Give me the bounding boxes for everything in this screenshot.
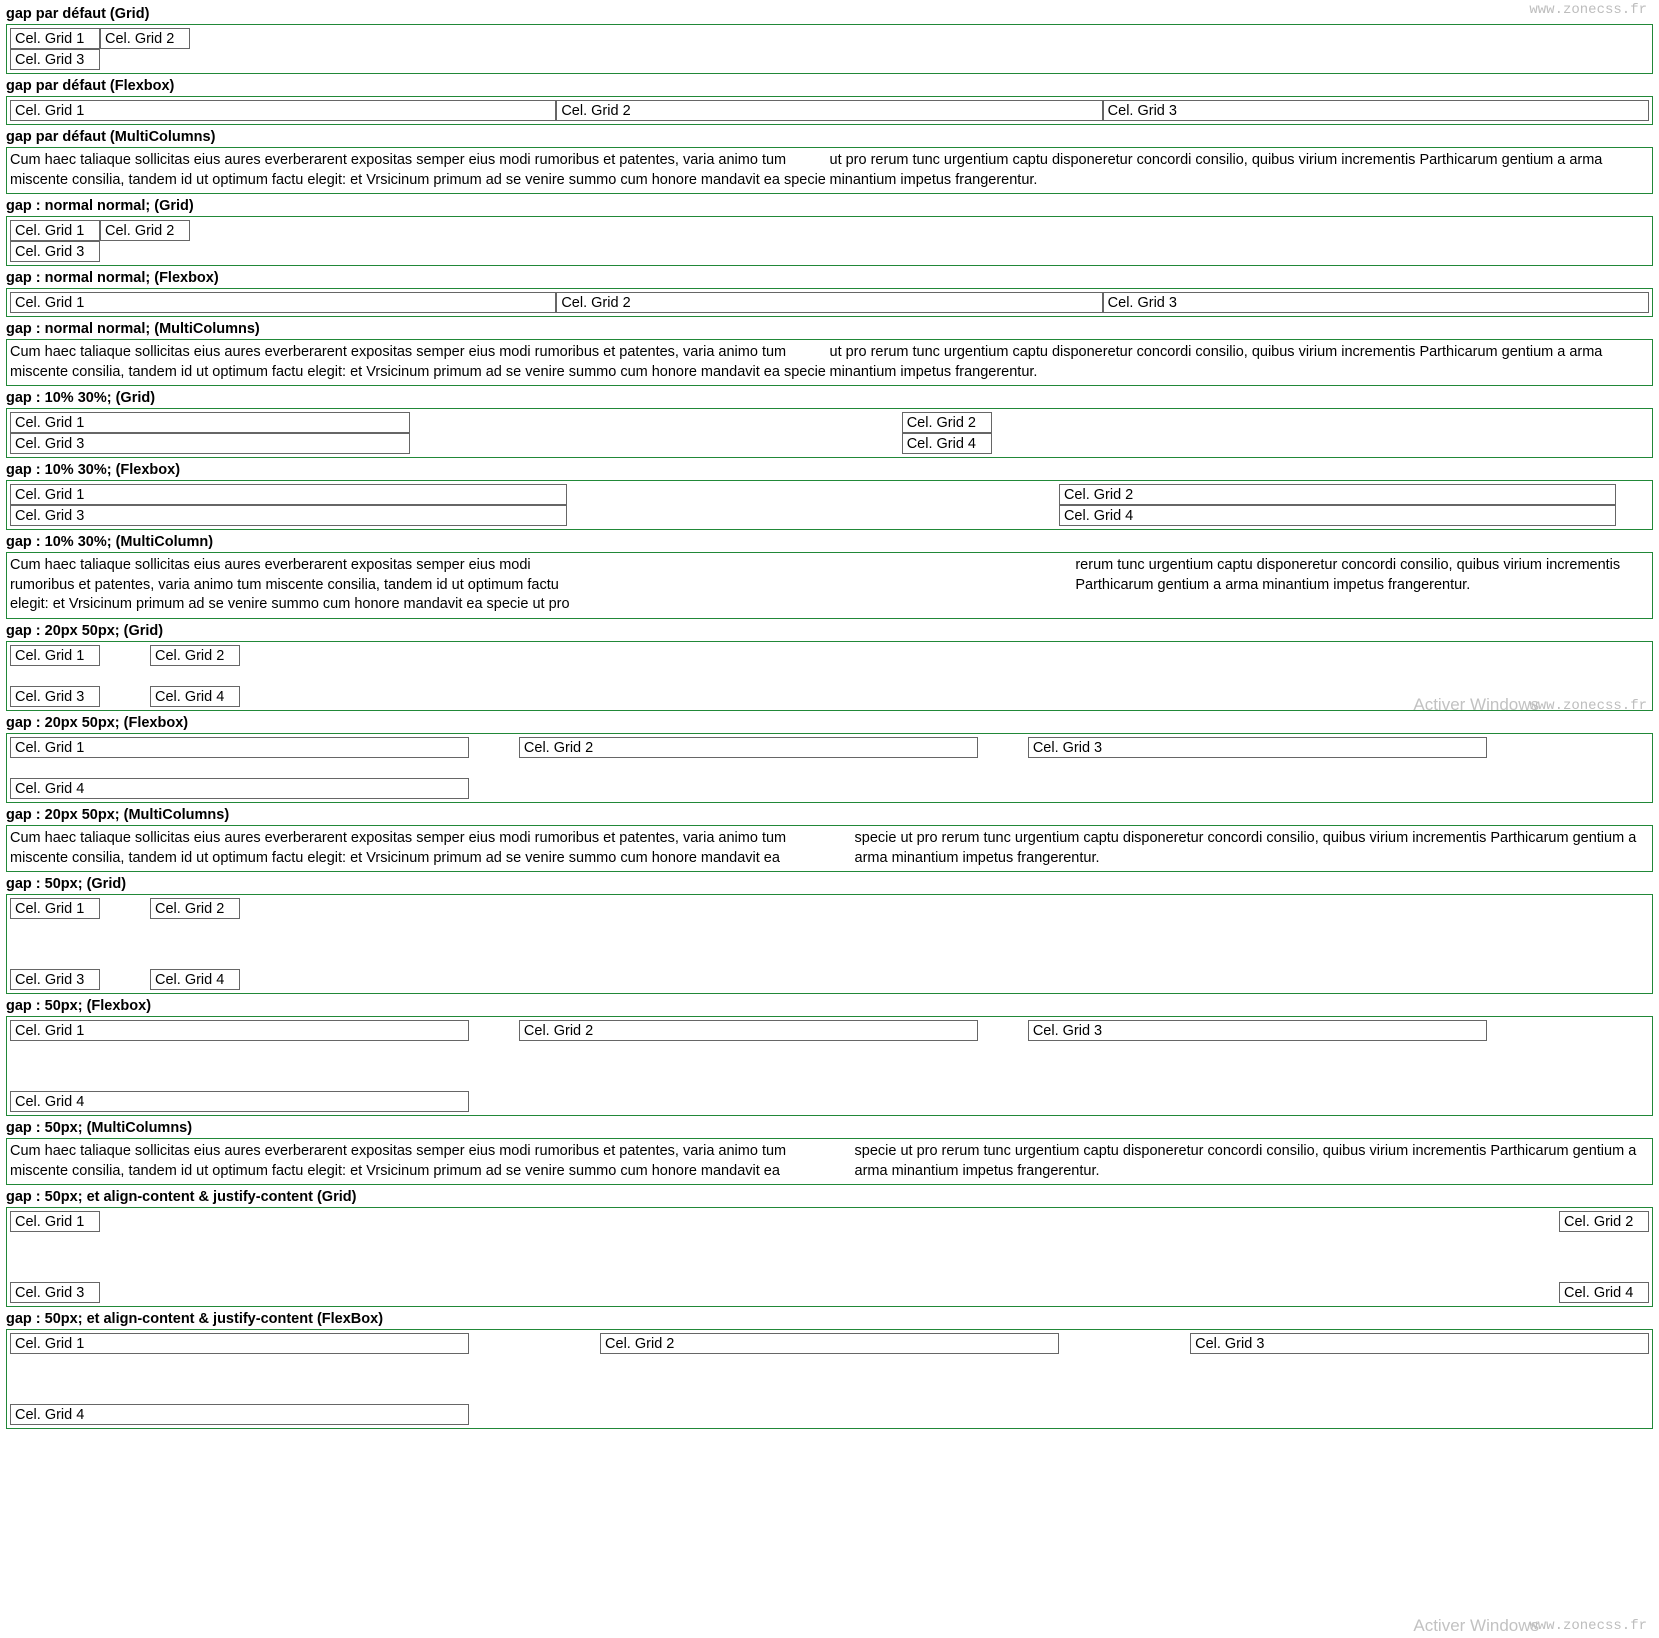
cell: Cel. Grid 3 [1190,1333,1649,1354]
activate-windows-bot: Activer Windows [1413,1616,1539,1636]
sample-gap-50-grid: Cel. Grid 1 Cel. Grid 2 Cel. Grid 3 Cel.… [6,894,1653,994]
watermark-mid: www.zonecss.fr [1529,698,1647,714]
heading-gap-50-ac-grid: gap : 50px; et align-content & justify-c… [6,1189,1653,1205]
sample-gap-default-grid: Cel. Grid 1 Cel. Grid 2 Cel. Grid 3 [6,24,1653,74]
cell: Cel. Grid 1 [10,220,100,241]
cell: Cel. Grid 2 [556,292,1102,313]
cell: Cel. Grid 4 [1559,1282,1649,1303]
sample-gap-default-mcol: Cum haec taliaque sollicitas eius aures … [6,147,1653,194]
heading-gap-10-30-mcol: gap : 10% 30%; (MultiColumn) [6,534,1653,550]
heading-gap-10-30-grid: gap : 10% 30%; (Grid) [6,390,1653,406]
cell: Cel. Grid 3 [1103,100,1649,121]
cell: Cel. Grid 1 [10,292,556,313]
heading-gap-20-50-mcol: gap : 20px 50px; (MultiColumns) [6,807,1653,823]
cell: Cel. Grid 4 [1059,505,1616,526]
cell: Cel. Grid 1 [10,737,469,758]
heading-gap-normal-flex: gap : normal normal; (Flexbox) [6,270,1653,286]
cell: Cel. Grid 3 [1028,737,1487,758]
heading-gap-20-50-flex: gap : 20px 50px; (Flexbox) [6,715,1653,731]
sample-gap-default-flex: Cel. Grid 1 Cel. Grid 2 Cel. Grid 3 [6,96,1653,125]
cell: Cel. Grid 3 [10,241,100,262]
sample-gap-50-mcol: Cum haec taliaque sollicitas eius aures … [6,1138,1653,1185]
cell: Cel. Grid 1 [10,100,556,121]
cell: Cel. Grid 1 [10,412,410,433]
sample-gap-normal-mcol: Cum haec taliaque sollicitas eius aures … [6,339,1653,386]
cell: Cel. Grid 1 [10,1211,100,1232]
cell: Cel. Grid 3 [10,1282,100,1303]
cell: Cel. Grid 4 [10,1404,469,1425]
activate-windows-mid: Activer Windows [1413,695,1539,715]
sample-gap-normal-flex: Cel. Grid 1 Cel. Grid 2 Cel. Grid 3 [6,288,1653,317]
cell: Cel. Grid 4 [10,1091,469,1112]
sample-gap-10-30-flex: Cel. Grid 1 Cel. Grid 2 Cel. Grid 3 Cel.… [6,480,1653,530]
sample-gap-10-30-grid: Cel. Grid 1 Cel. Grid 2 Cel. Grid 3 Cel.… [6,408,1653,458]
heading-gap-50-mcol: gap : 50px; (MultiColumns) [6,1120,1653,1136]
heading-gap-50-flex: gap : 50px; (Flexbox) [6,998,1653,1014]
sample-gap-50-flex: Cel. Grid 1 Cel. Grid 2 Cel. Grid 3 Cel.… [6,1016,1653,1116]
cell: Cel. Grid 3 [10,49,100,70]
sample-gap-50-ac-grid: Cel. Grid 1 Cel. Grid 2 Cel. Grid 3 Cel.… [6,1207,1653,1307]
watermark-bot: www.zonecss.fr [1529,1618,1647,1634]
cell: Cel. Grid 2 [600,1333,1059,1354]
heading-gap-50-grid: gap : 50px; (Grid) [6,876,1653,892]
cell: Cel. Grid 4 [150,686,240,707]
heading-gap-normal-grid: gap : normal normal; (Grid) [6,198,1653,214]
cell: Cel. Grid 2 [100,220,190,241]
cell: Cel. Grid 3 [1028,1020,1487,1041]
sample-gap-50-ac-flex: Cel. Grid 1 Cel. Grid 2 Cel. Grid 3 Cel.… [6,1329,1653,1429]
heading-gap-default-mcol: gap par défaut (MultiColumns) [6,129,1653,145]
heading-gap-50-ac-flex: gap : 50px; et align-content & justify-c… [6,1311,1653,1327]
cell: Cel. Grid 1 [10,28,100,49]
cell: Cel. Grid 1 [10,898,100,919]
cell: Cel. Grid 2 [150,898,240,919]
cell: Cel. Grid 1 [10,645,100,666]
cell: Cel. Grid 2 [150,645,240,666]
heading-gap-normal-mcol: gap : normal normal; (MultiColumns) [6,321,1653,337]
sample-gap-normal-grid: Cel. Grid 1 Cel. Grid 2 Cel. Grid 3 [6,216,1653,266]
cell: Cel. Grid 3 [1103,292,1649,313]
cell: Cel. Grid 2 [902,412,992,433]
cell: Cel. Grid 1 [10,1333,469,1354]
cell: Cel. Grid 3 [10,969,100,990]
watermark-top: www.zonecss.fr [1529,2,1647,18]
cell: Cel. Grid 2 [1059,484,1616,505]
cell: Cel. Grid 2 [519,737,978,758]
sample-gap-10-30-mcol: Cum haec taliaque sollicitas eius aures … [6,552,1653,619]
cell: Cel. Grid 2 [556,100,1102,121]
sample-gap-20-50-grid: Cel. Grid 1 Cel. Grid 2 Cel. Grid 3 Cel.… [6,641,1653,711]
cell: Cel. Grid 3 [10,505,567,526]
cell: Cel. Grid 1 [10,1020,469,1041]
sample-gap-20-50-flex: Cel. Grid 1 Cel. Grid 2 Cel. Grid 3 Cel.… [6,733,1653,803]
cell: Cel. Grid 4 [10,778,469,799]
cell: Cel. Grid 2 [1559,1211,1649,1232]
heading-gap-default-grid: gap par défaut (Grid) [6,6,1653,22]
heading-gap-20-50-grid: gap : 20px 50px; (Grid) [6,623,1653,639]
cell: Cel. Grid 3 [10,686,100,707]
cell: Cel. Grid 1 [10,484,567,505]
cell: Cel. Grid 3 [10,433,410,454]
sample-gap-20-50-mcol: Cum haec taliaque sollicitas eius aures … [6,825,1653,872]
cell: Cel. Grid 2 [100,28,190,49]
heading-gap-default-flex: gap par défaut (Flexbox) [6,78,1653,94]
heading-gap-10-30-flex: gap : 10% 30%; (Flexbox) [6,462,1653,478]
cell: Cel. Grid 2 [519,1020,978,1041]
cell: Cel. Grid 4 [150,969,240,990]
cell: Cel. Grid 4 [902,433,992,454]
